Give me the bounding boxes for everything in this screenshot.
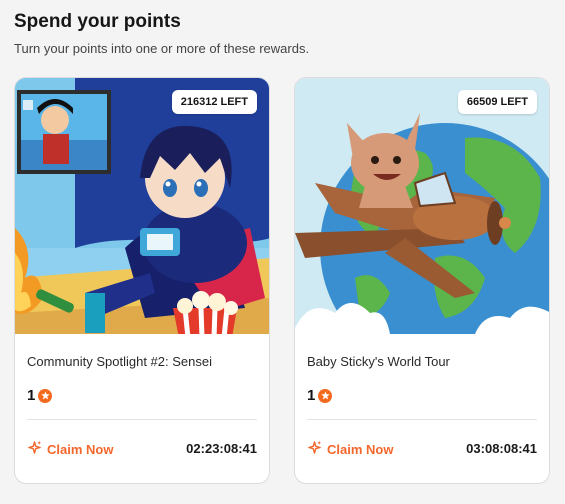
reward-title: Community Spotlight #2: Sensei: [27, 354, 212, 369]
points-icon: [38, 388, 53, 403]
reward-card[interactable]: 66509 LEFT Baby Sticky's World Tour 1 Cl…: [294, 77, 550, 484]
price-value: 1: [307, 387, 316, 404]
claim-now-button[interactable]: Claim Now: [307, 440, 393, 458]
divider: [27, 419, 257, 420]
anime-character-image: [15, 78, 269, 334]
claim-now-button[interactable]: Claim Now: [27, 440, 113, 458]
reward-title: Baby Sticky's World Tour: [307, 354, 450, 369]
points-icon: [318, 388, 333, 403]
reward-card[interactable]: 216312 LEFT Community Spotlight #2: Sens…: [14, 77, 270, 484]
sparkle-icon: [307, 440, 322, 458]
countdown-timer: 03:08:08:41: [466, 441, 537, 456]
reward-price: 1: [307, 387, 333, 404]
airplane-globe-image: [295, 78, 549, 334]
countdown-timer: 02:23:08:41: [186, 441, 257, 456]
reward-price: 1: [27, 387, 53, 404]
remaining-badge: 216312 LEFT: [171, 90, 257, 114]
divider: [307, 419, 537, 420]
price-value: 1: [27, 387, 36, 404]
section-title: Spend your points: [14, 11, 181, 32]
section-subtitle: Turn your points into one or more of the…: [14, 41, 310, 56]
claim-label: Claim Now: [327, 441, 394, 457]
sparkle-icon: [27, 440, 42, 458]
claim-label: Claim Now: [47, 441, 114, 457]
remaining-badge: 66509 LEFT: [457, 90, 537, 114]
